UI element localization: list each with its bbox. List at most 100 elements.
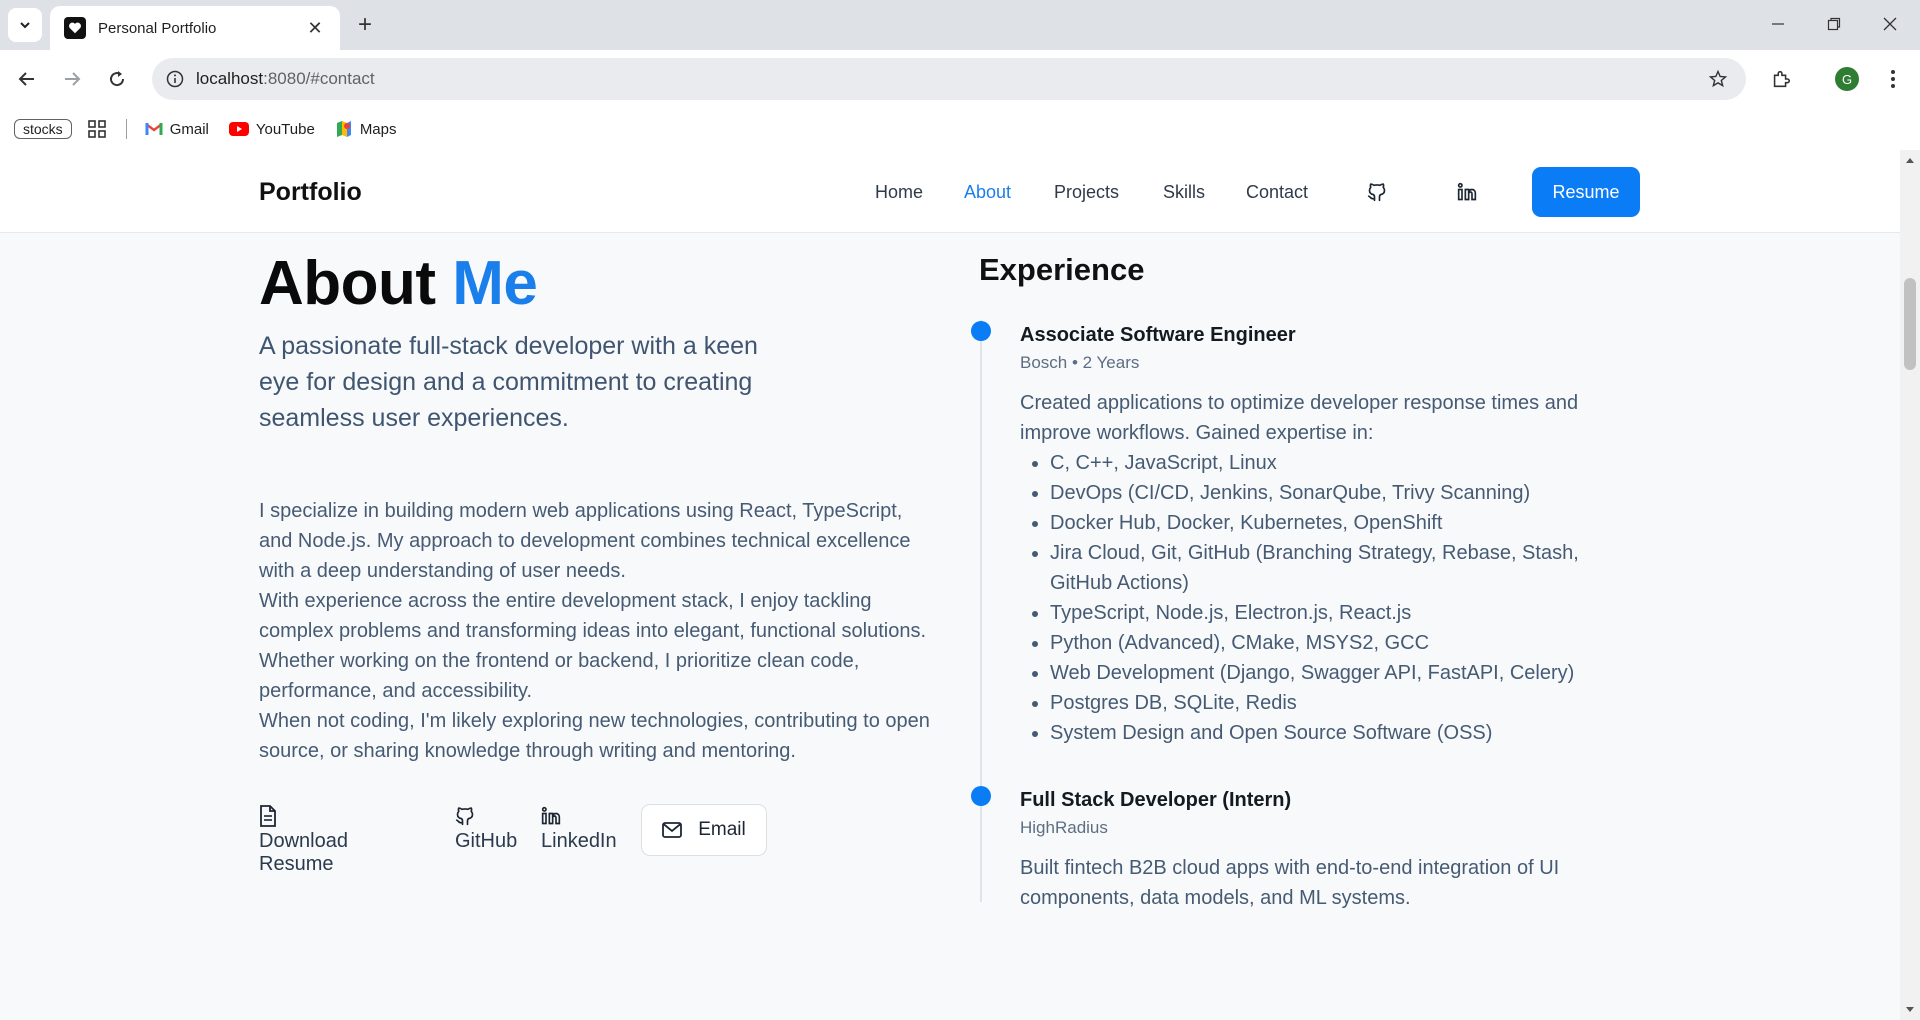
experience-item: Associate Software Engineer Bosch • 2 Ye… bbox=[1020, 320, 1640, 748]
bookmark-stocks[interactable]: stocks bbox=[14, 119, 72, 139]
url-text: localhost:8080/#contact bbox=[196, 69, 375, 89]
job-description: Created applications to optimize develop… bbox=[1020, 392, 1579, 444]
about-bio: I specialize in building modern web appl… bbox=[259, 496, 939, 766]
job-skills-list: C, C++, JavaScript, Linux DevOps (CI/CD,… bbox=[1020, 448, 1640, 748]
title-part2: Me bbox=[452, 249, 538, 318]
close-icon bbox=[1883, 17, 1897, 31]
list-item: C, C++, JavaScript, Linux bbox=[1050, 448, 1640, 478]
about-lead: A passionate full-stack developer with a… bbox=[259, 332, 758, 432]
github-nav-link[interactable] bbox=[1365, 180, 1389, 204]
tab-search-button[interactable] bbox=[8, 8, 42, 42]
github-icon bbox=[1367, 183, 1386, 202]
scrollbar-thumb[interactable] bbox=[1904, 278, 1916, 370]
mail-icon bbox=[662, 822, 683, 838]
site-info-icon bbox=[166, 70, 184, 88]
bookmark-label: YouTube bbox=[255, 120, 315, 138]
tab-title: Personal Portfolio bbox=[98, 19, 217, 37]
restore-button[interactable] bbox=[1806, 0, 1862, 48]
document-icon bbox=[259, 804, 277, 828]
minimize-icon bbox=[1772, 23, 1784, 25]
email-button[interactable]: Email bbox=[641, 804, 767, 856]
bookmark-label: Maps bbox=[359, 120, 397, 138]
chevron-down-icon bbox=[20, 22, 30, 29]
link-label: LinkedIn bbox=[541, 830, 617, 852]
back-button[interactable] bbox=[10, 62, 44, 96]
scroll-down-icon bbox=[1906, 1007, 1914, 1012]
bookmark-youtube[interactable]: YouTube bbox=[228, 120, 315, 138]
forward-button[interactable] bbox=[55, 62, 89, 96]
extensions-button[interactable] bbox=[1764, 62, 1798, 96]
list-item: Postgres DB, SQLite, Redis bbox=[1050, 688, 1640, 718]
email-label: Email bbox=[698, 819, 746, 840]
apps-grid-icon bbox=[87, 120, 106, 138]
experience-title: Experience bbox=[979, 252, 1145, 287]
list-item: Docker Hub, Docker, Kubernetes, OpenShif… bbox=[1050, 508, 1640, 538]
url-host: localhost bbox=[196, 69, 264, 88]
list-item: Web Development (Django, Swagger API, Fa… bbox=[1050, 658, 1640, 688]
bio-paragraph: When not coding, I'm likely exploring ne… bbox=[259, 710, 930, 762]
job-description: Built fintech B2B cloud apps with end-to… bbox=[1020, 857, 1560, 909]
site-header: Portfolio Home About Projects Skills Con… bbox=[0, 150, 1900, 233]
new-tab-button[interactable]: + bbox=[350, 10, 380, 40]
gmail-icon bbox=[144, 122, 163, 136]
browser-tab[interactable]: Personal Portfolio ✕ bbox=[50, 6, 340, 50]
github-link[interactable]: GitHub bbox=[455, 804, 517, 853]
link-label: GitHub bbox=[455, 830, 518, 852]
link-label: Download Resume bbox=[259, 830, 348, 875]
list-item: Jira Cloud, Git, GitHub (Branching Strat… bbox=[1050, 538, 1640, 598]
restore-icon bbox=[1827, 17, 1841, 31]
linkedin-icon bbox=[541, 804, 561, 828]
nav-home[interactable]: Home bbox=[875, 182, 923, 203]
address-bar[interactable]: localhost:8080/#contact bbox=[152, 58, 1746, 100]
job-meta: HighRadius bbox=[1020, 818, 1108, 837]
reload-icon bbox=[110, 71, 125, 87]
bookmark-gmail[interactable]: Gmail bbox=[144, 120, 209, 138]
site-brand[interactable]: Portfolio bbox=[259, 178, 362, 207]
scroll-up-icon bbox=[1906, 158, 1914, 163]
nav-about[interactable]: About bbox=[964, 182, 1011, 203]
job-role: Associate Software Engineer bbox=[1020, 324, 1296, 346]
page-viewport: Portfolio Home About Projects Skills Con… bbox=[0, 150, 1900, 1020]
list-item: System Design and Open Source Software (… bbox=[1050, 718, 1640, 748]
list-item: Python (Advanced), CMake, MSYS2, GCC bbox=[1050, 628, 1640, 658]
puzzle-icon bbox=[1773, 70, 1791, 88]
title-part1: About bbox=[259, 249, 436, 318]
bio-paragraph: I specialize in building modern web appl… bbox=[259, 500, 911, 582]
job-role: Full Stack Developer (Intern) bbox=[1020, 789, 1292, 811]
minimize-button[interactable] bbox=[1750, 0, 1806, 48]
experience-item: Full Stack Developer (Intern) HighRadius… bbox=[1020, 785, 1640, 913]
nav-projects[interactable]: Projects bbox=[1054, 182, 1119, 203]
close-icon[interactable]: ✕ bbox=[304, 17, 326, 39]
nav-skills[interactable]: Skills bbox=[1163, 182, 1205, 203]
bookmark-star-icon[interactable] bbox=[1708, 69, 1728, 89]
linkedin-nav-link[interactable] bbox=[1455, 180, 1479, 204]
apps-grid-button[interactable] bbox=[87, 120, 106, 138]
nav-contact[interactable]: Contact bbox=[1246, 182, 1308, 203]
more-vertical-icon bbox=[1891, 70, 1895, 88]
linkedin-link[interactable]: LinkedIn bbox=[541, 804, 617, 853]
linkedin-icon bbox=[1457, 182, 1477, 201]
bookmark-maps[interactable]: Maps bbox=[335, 120, 397, 138]
github-icon bbox=[455, 804, 475, 828]
url-rest: :8080/#contact bbox=[263, 69, 375, 88]
avatar: G bbox=[1835, 67, 1859, 91]
arrow-left-icon bbox=[18, 72, 34, 86]
browser-toolbar: localhost:8080/#contact G bbox=[0, 50, 1920, 108]
resume-button[interactable]: Resume bbox=[1532, 167, 1640, 217]
browser-menu-button[interactable] bbox=[1876, 62, 1910, 96]
download-resume-link[interactable]: Download Resume bbox=[259, 804, 348, 876]
job-meta: Bosch • 2 Years bbox=[1020, 353, 1140, 372]
page-title: About Me bbox=[259, 248, 538, 319]
bookmarks-bar: stocks Gmail YouTube Maps bbox=[0, 108, 1920, 150]
list-item: DevOps (CI/CD, Jenkins, SonarQube, Trivy… bbox=[1050, 478, 1640, 508]
youtube-icon bbox=[228, 122, 249, 136]
timeline-line bbox=[980, 320, 982, 902]
profile-avatar[interactable]: G bbox=[1830, 62, 1864, 96]
timeline-dot bbox=[971, 321, 991, 341]
bio-paragraph: With experience across the entire develo… bbox=[259, 590, 927, 702]
window-close-button[interactable] bbox=[1862, 0, 1918, 48]
heart-icon bbox=[64, 17, 86, 39]
bookmarks-divider bbox=[125, 119, 127, 139]
reload-button[interactable] bbox=[100, 62, 134, 96]
bookmark-label: Gmail bbox=[169, 120, 209, 138]
